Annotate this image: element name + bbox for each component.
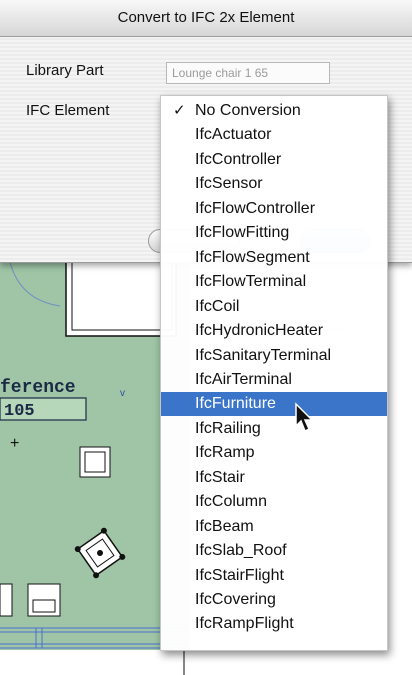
menu-item[interactable]: IfcFlowController bbox=[161, 197, 387, 221]
menu-item-label: IfcFlowTerminal bbox=[195, 273, 307, 291]
marker-y: v bbox=[120, 388, 125, 399]
ifc-element-label: IFC Element bbox=[26, 102, 110, 119]
menu-item[interactable]: IfcAirTerminal bbox=[161, 368, 387, 392]
menu-item-label: IfcFlowFitting bbox=[195, 224, 290, 242]
menu-item[interactable]: IfcRailing bbox=[161, 417, 387, 441]
menu-item-label: IfcAirTerminal bbox=[195, 370, 292, 388]
menu-item-label: IfcRailing bbox=[195, 419, 261, 437]
dialog-title: Convert to IFC 2x Element bbox=[0, 0, 412, 37]
menu-item[interactable]: IfcSlab_Roof bbox=[161, 539, 387, 563]
menu-item[interactable]: IfcStair bbox=[161, 466, 387, 490]
menu-item-label: IfcStairFlight bbox=[195, 566, 284, 584]
menu-item[interactable]: IfcStairFlight bbox=[161, 564, 387, 588]
library-part-field[interactable]: Lounge chair 1 65 bbox=[166, 62, 330, 84]
menu-item-label: IfcFlowSegment bbox=[195, 248, 310, 266]
menu-item[interactable]: IfcHydronicHeater bbox=[161, 319, 387, 343]
menu-item[interactable]: IfcRampFlight bbox=[161, 612, 387, 636]
menu-item[interactable]: IfcColumn bbox=[161, 490, 387, 514]
room-number-label: 105 bbox=[4, 402, 35, 421]
ifc-element-popup-menu[interactable]: ✓ No Conversion IfcActuator IfcController If… bbox=[160, 95, 388, 651]
menu-item-label: IfcRampFlight bbox=[195, 615, 294, 633]
library-part-label: Library Part bbox=[26, 62, 104, 79]
menu-item-label: IfcSanitaryTerminal bbox=[195, 346, 332, 364]
menu-item-label: IfcCoil bbox=[195, 297, 240, 315]
menu-item[interactable]: IfcCovering bbox=[161, 588, 387, 612]
menu-item[interactable]: IfcSensor bbox=[161, 172, 387, 196]
menu-item[interactable]: IfcBeam bbox=[161, 515, 387, 539]
menu-item-label: IfcStair bbox=[195, 468, 245, 486]
menu-item-label: No Conversion bbox=[195, 102, 301, 119]
menu-item[interactable]: IfcCoil bbox=[161, 295, 387, 319]
room-name-label: ference bbox=[0, 378, 76, 398]
menu-item[interactable]: IfcSanitaryTerminal bbox=[161, 344, 387, 368]
menu-item[interactable]: IfcFlowFitting bbox=[161, 221, 387, 245]
chair-edge bbox=[0, 583, 13, 617]
menu-item-label: IfcSensor bbox=[195, 175, 263, 193]
checkmark-icon: ✓ bbox=[173, 102, 186, 119]
chair-icon[interactable] bbox=[79, 446, 111, 478]
menu-item-label: IfcFurniture bbox=[195, 395, 276, 413]
menu-item-label: IfcBeam bbox=[195, 517, 254, 535]
menu-item[interactable]: IfcFlowSegment bbox=[161, 246, 387, 270]
menu-item-label: IfcRamp bbox=[195, 444, 255, 462]
menu-item-label: IfcController bbox=[195, 150, 282, 168]
menu-item-label: IfcHydronicHeater bbox=[195, 322, 324, 340]
menu-item-label: IfcSlab_Roof bbox=[195, 542, 287, 560]
menu-item[interactable]: IfcRamp bbox=[161, 441, 387, 465]
menu-item-label: IfcActuator bbox=[195, 126, 272, 144]
menu-item-label: IfcFlowController bbox=[195, 199, 316, 217]
mouse-pointer-icon bbox=[295, 402, 314, 433]
menu-item[interactable]: IfcActuator bbox=[161, 123, 387, 147]
menu-item[interactable]: IfcFurniture bbox=[161, 392, 387, 417]
menu-item-label: IfcColumn bbox=[195, 493, 268, 511]
menu-item[interactable]: IfcController bbox=[161, 148, 387, 172]
menu-item[interactable]: ✓ No Conversion bbox=[161, 99, 387, 123]
menu-item[interactable]: IfcFlowTerminal bbox=[161, 270, 387, 294]
menu-item-label: IfcCovering bbox=[195, 591, 276, 608]
chair-icon[interactable] bbox=[27, 583, 61, 617]
marker-plus: + bbox=[10, 435, 19, 452]
